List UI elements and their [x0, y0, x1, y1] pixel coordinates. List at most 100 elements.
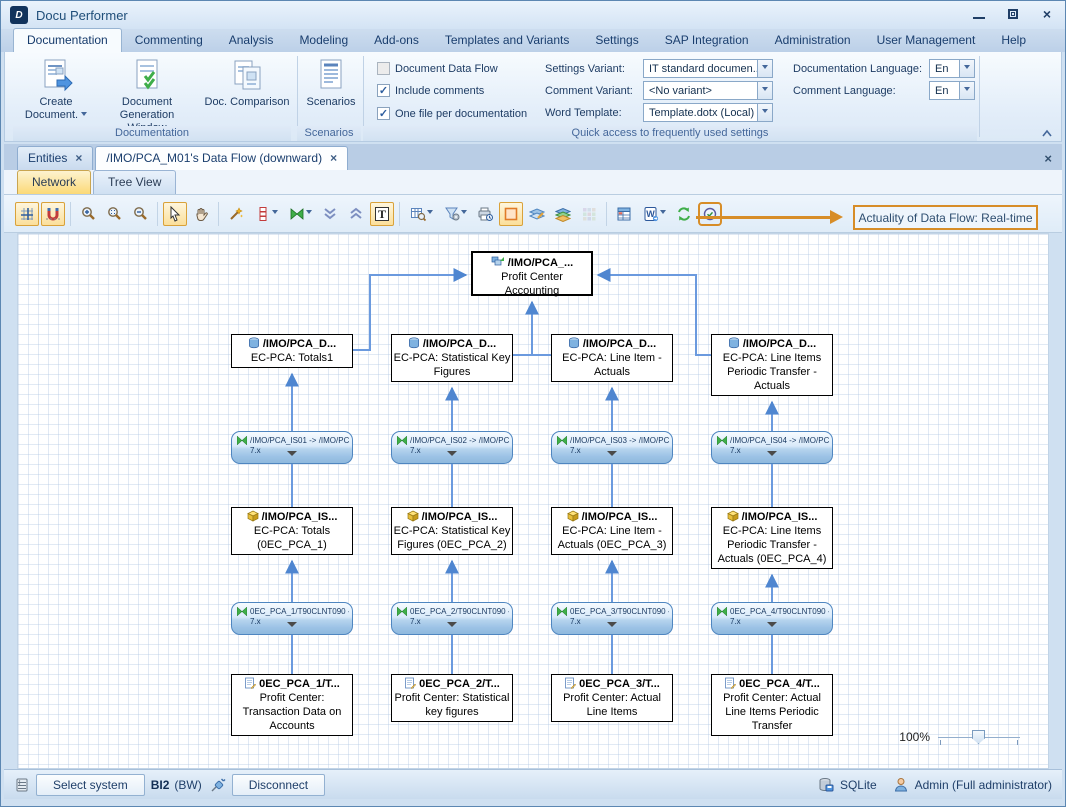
comment-variant-select[interactable]: <No variant>: [643, 81, 773, 100]
table-search-button[interactable]: [405, 202, 437, 226]
node-datasource-3[interactable]: 0EC_PCA_3/T... Profit Center: Actual Lin…: [551, 674, 673, 722]
node-dso-3[interactable]: /IMO/PCA_D... EC-PCA: Line Item - Actual…: [551, 334, 673, 382]
node-dso-1[interactable]: /IMO/PCA_D... EC-PCA: Totals1: [231, 334, 353, 368]
node-datasource-4[interactable]: 0EC_PCA_4/T... Profit Center: Actual Lin…: [711, 674, 833, 736]
db-label[interactable]: SQLite: [840, 778, 877, 792]
document-generation-window-button[interactable]: Document Generation Window: [99, 58, 195, 135]
comment-variant-dropdown-icon[interactable]: [757, 82, 772, 99]
transformation-lower-3[interactable]: 0EC_PCA_3/T90CLNT090 -> /I... 7.x: [551, 602, 673, 635]
ribbon-tab-help[interactable]: Help: [988, 29, 1039, 52]
layout-options-button[interactable]: [250, 202, 282, 226]
ribbon-tab-documentation[interactable]: Documentation: [13, 28, 122, 52]
ribbon-tab-commenting[interactable]: Commenting: [122, 29, 216, 52]
zoom-fit-button[interactable]: [102, 202, 126, 226]
print-time-button[interactable]: [473, 202, 497, 226]
tab-data-flow[interactable]: /IMO/PCA_M01's Data Flow (downward) ×: [95, 146, 348, 170]
zoom-slider[interactable]: [938, 730, 1020, 744]
diagram-canvas[interactable]: /IMO/PCA_... Profit Center Accounting /I…: [17, 233, 1049, 769]
zoom-in-button[interactable]: [76, 202, 100, 226]
ribbon-tab-templates-variants[interactable]: Templates and Variants: [432, 29, 583, 52]
tab-entities[interactable]: Entities ×: [17, 146, 93, 170]
expander-icon[interactable]: [607, 451, 617, 461]
document-data-flow-checkbox[interactable]: [377, 62, 390, 75]
user-label[interactable]: Admin (Full administrator): [915, 778, 1052, 792]
actuality-clock-button[interactable]: [698, 202, 722, 226]
matrix-button[interactable]: [577, 202, 601, 226]
expander-icon[interactable]: [607, 622, 617, 632]
ribbon-tab-administration[interactable]: Administration: [762, 29, 864, 52]
snap-grid-button[interactable]: [15, 202, 39, 226]
settings-variant-select[interactable]: IT standard documen...: [643, 59, 773, 78]
ribbon-collapse-icon[interactable]: [1041, 128, 1053, 138]
zoom-out-button[interactable]: [128, 202, 152, 226]
expander-icon[interactable]: [767, 622, 777, 632]
ribbon-tab-modeling[interactable]: Modeling: [286, 29, 361, 52]
node-infocube-pca[interactable]: /IMO/PCA_... Profit Center Accounting: [471, 251, 593, 296]
one-file-checkbox[interactable]: [377, 107, 390, 120]
transformation-upper-4[interactable]: /IMO/PCA_IS04 -> /IMO/PCA... 7.x: [711, 431, 833, 464]
ribbon-tab-sap-integration[interactable]: SAP Integration: [652, 29, 762, 52]
node-dso-2[interactable]: /IMO/PCA_D... EC-PCA: Statistical Key Fi…: [391, 334, 513, 382]
tab-network[interactable]: Network: [17, 170, 91, 194]
transformation-lower-1[interactable]: 0EC_PCA_1/T90CLNT090 -> /I... 7.x: [231, 602, 353, 635]
tab-tree-view[interactable]: Tree View: [93, 170, 176, 194]
scenarios-button[interactable]: Scenarios: [303, 58, 359, 109]
show-text-button[interactable]: T: [370, 202, 394, 226]
node-dso-4[interactable]: /IMO/PCA_D... EC-PCA: Line Items Periodi…: [711, 334, 833, 396]
refresh-button[interactable]: [672, 202, 696, 226]
word-template-dropdown-icon[interactable]: [757, 104, 772, 121]
include-comments-checkbox[interactable]: [377, 84, 390, 97]
tab-entities-close-icon[interactable]: ×: [75, 153, 82, 163]
checkbox-document-data-flow[interactable]: Document Data Flow: [377, 62, 498, 75]
transformation-upper-2[interactable]: /IMO/PCA_IS02 -> /IMO/PCA... 7.x: [391, 431, 513, 464]
auto-layout-button[interactable]: [224, 202, 248, 226]
expander-icon[interactable]: [287, 622, 297, 632]
transformation-lower-4[interactable]: 0EC_PCA_4/T90CLNT090 -> /I... 7.x: [711, 602, 833, 635]
layers-button[interactable]: [551, 202, 575, 226]
filter-settings-button[interactable]: [439, 202, 471, 226]
disconnect-button[interactable]: Disconnect: [232, 774, 325, 796]
expander-icon[interactable]: [447, 622, 457, 632]
expander-icon[interactable]: [287, 451, 297, 461]
node-infosource-2[interactable]: /IMO/PCA_IS... EC-PCA: Statistical Key F…: [391, 507, 513, 555]
documentation-language-select[interactable]: En: [929, 59, 975, 78]
collapse-all-button[interactable]: [318, 202, 342, 226]
document-strip-close-icon[interactable]: ×: [1044, 151, 1052, 166]
grid-view-button[interactable]: [612, 202, 636, 226]
expand-all-button[interactable]: [344, 202, 368, 226]
settings-variant-dropdown-icon[interactable]: [757, 60, 772, 77]
checkbox-one-file[interactable]: One file per documentation: [377, 107, 527, 120]
transformation-upper-3[interactable]: /IMO/PCA_IS03 -> /IMO/PCA... 7.x: [551, 431, 673, 464]
select-system-button[interactable]: Select system: [36, 774, 145, 796]
word-template-select[interactable]: Template.dotx (Local): [643, 103, 773, 122]
word-export-button[interactable]: W: [638, 202, 670, 226]
snap-lines-button[interactable]: [41, 202, 65, 226]
node-infosource-4[interactable]: /IMO/PCA_IS... EC-PCA: Line Items Period…: [711, 507, 833, 569]
comment-language-dropdown-icon[interactable]: [959, 82, 974, 99]
documentation-language-dropdown-icon[interactable]: [959, 60, 974, 77]
ribbon-tab-user-management[interactable]: User Management: [864, 29, 989, 52]
edit-layers-button[interactable]: [525, 202, 549, 226]
node-datasource-1[interactable]: 0EC_PCA_1/T... Profit Center: Transactio…: [231, 674, 353, 736]
pan-tool-button[interactable]: [189, 202, 213, 226]
expander-icon[interactable]: [447, 451, 457, 461]
expander-icon[interactable]: [767, 451, 777, 461]
node-infosource-3[interactable]: /IMO/PCA_IS... EC-PCA: Line Item - Actua…: [551, 507, 673, 555]
transformation-upper-1[interactable]: /IMO/PCA_IS01 -> /IMO/PCA... 7.x: [231, 431, 353, 464]
minimize-button[interactable]: [971, 7, 987, 21]
transformation-view-button[interactable]: [284, 202, 316, 226]
frame-button[interactable]: [499, 202, 523, 226]
comment-language-select[interactable]: En: [929, 81, 975, 100]
tab-data-flow-close-icon[interactable]: ×: [330, 153, 337, 163]
create-document-button[interactable]: Create Document.: [23, 58, 89, 122]
checkbox-include-comments[interactable]: Include comments: [377, 84, 484, 97]
transformation-lower-2[interactable]: 0EC_PCA_2/T90CLNT090 -> /I... 7.x: [391, 602, 513, 635]
maximize-button[interactable]: [1005, 7, 1021, 21]
pointer-tool-button[interactable]: [163, 202, 187, 226]
ribbon-tab-add-ons[interactable]: Add-ons: [361, 29, 432, 52]
ribbon-tab-analysis[interactable]: Analysis: [216, 29, 287, 52]
close-button[interactable]: ×: [1039, 7, 1055, 21]
ribbon-tab-settings[interactable]: Settings: [582, 29, 651, 52]
zoom-slider-handle[interactable]: [972, 730, 985, 744]
doc-comparison-button[interactable]: Doc. Comparison: [201, 58, 293, 109]
